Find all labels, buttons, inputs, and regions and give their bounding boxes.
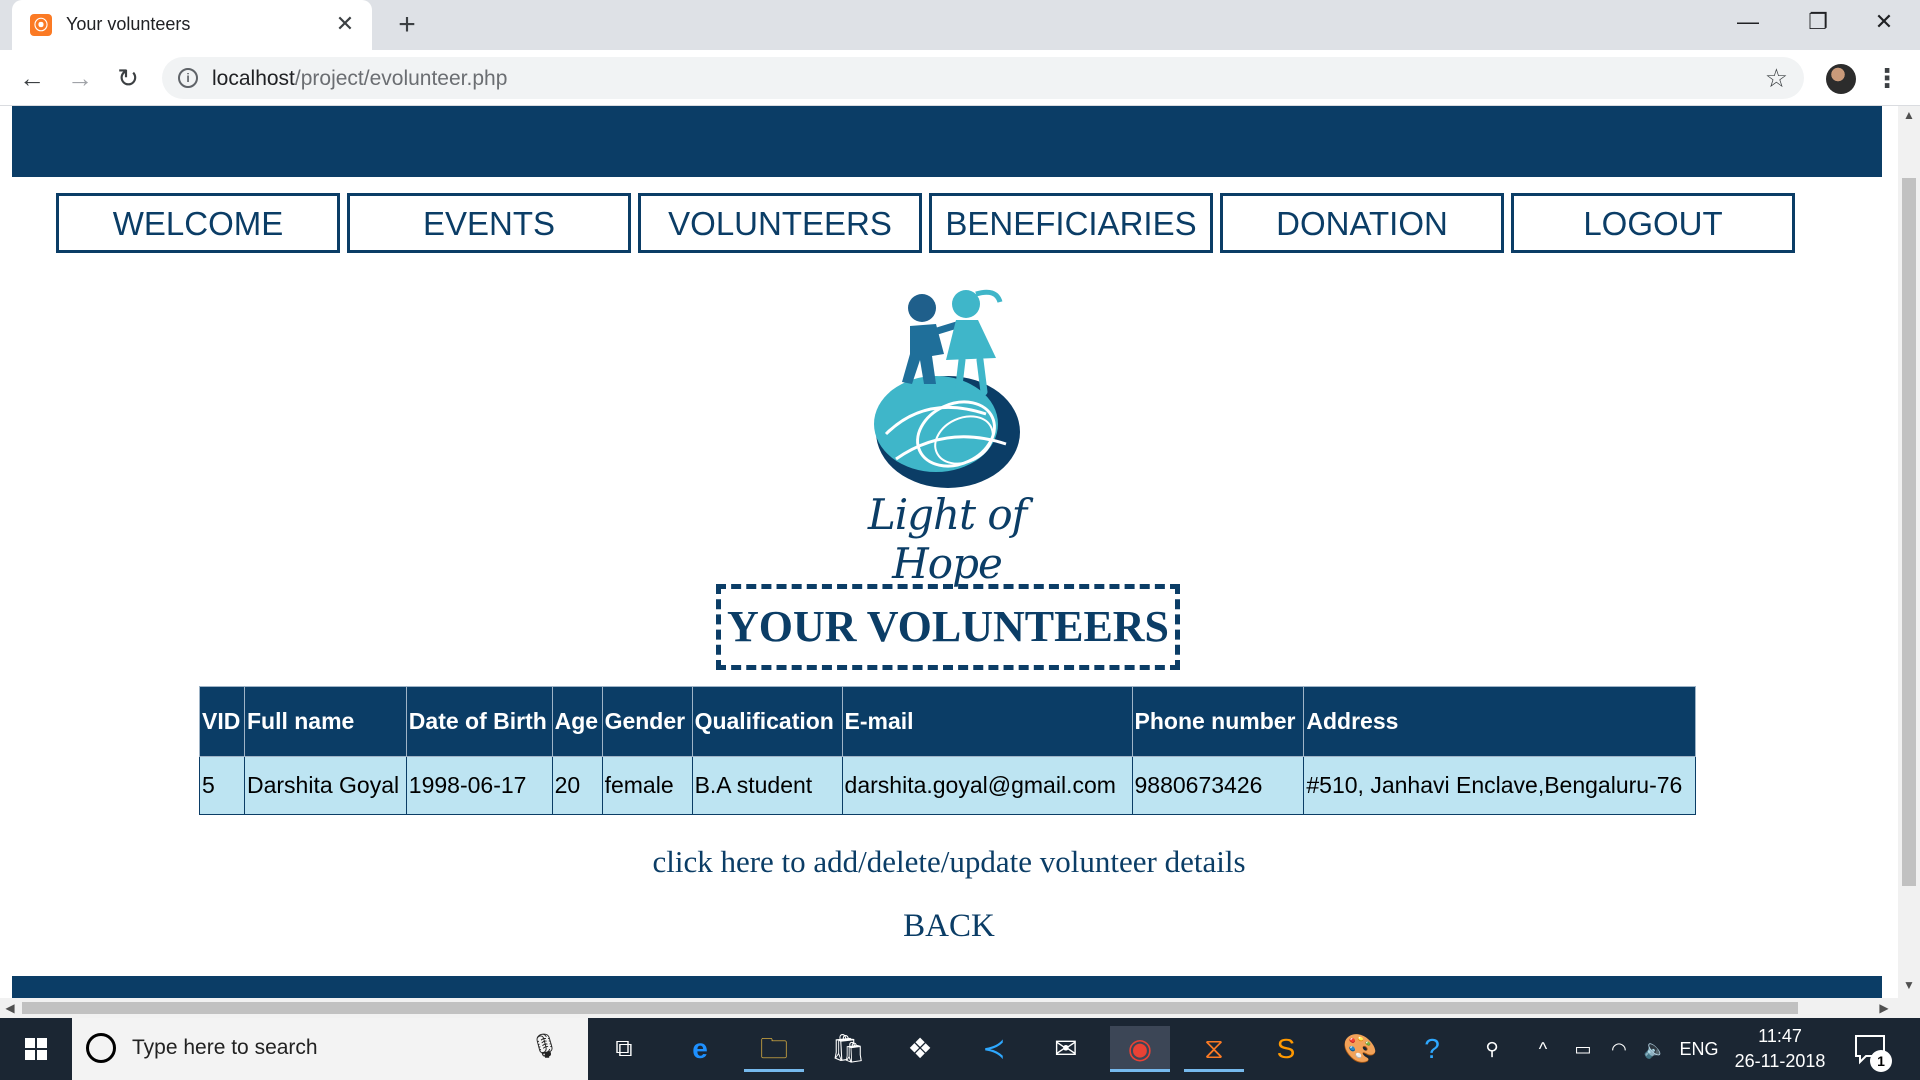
task-view-icon[interactable]: ⧉ [594,1026,654,1072]
cell-age: 20 [551,756,603,815]
address-bar[interactable]: i localhost/project/evolunteer.php ☆ [162,57,1804,99]
reload-icon[interactable]: ↻ [110,60,146,96]
chrome-icon[interactable]: ◉ [1110,1026,1170,1072]
people-icon[interactable]: ⚲ [1472,1018,1512,1080]
column-header-qualification: Qualification [691,686,843,757]
clock-time: 11:47 [1758,1026,1802,1046]
store-icon[interactable]: 🛍 [818,1026,878,1072]
url-text[interactable]: localhost/project/evolunteer.php [212,67,507,91]
cell-vid: 5 [199,756,245,815]
nav-volunteers[interactable]: VOLUNTEERS [638,193,922,253]
edit-volunteers-link[interactable]: click here to add/delete/update voluntee… [0,844,1898,880]
column-header-full-name: Full name [243,686,407,757]
visual-studio-code-icon[interactable]: ≺ [964,1026,1024,1072]
column-header-vid: VID [199,686,245,757]
browser-toolbar: ← → ↻ i localhost/project/evolunteer.php… [0,50,1920,106]
nav-logout[interactable]: LOGOUT [1511,193,1795,253]
url-path: /project/evolunteer.php [294,67,508,90]
bookmark-star-icon[interactable]: ☆ [1765,63,1788,94]
wifi-icon[interactable]: ◠ [1602,1018,1636,1080]
scroll-right-icon[interactable]: ▶ [1874,998,1894,1018]
windows-start-icon[interactable] [0,1018,72,1080]
column-header-gender: Gender [601,686,693,757]
cell-full-name: Darshita Goyal [243,756,407,815]
cell-qualification: B.A student [691,756,843,815]
logo-wordmark: Light of Hope [867,490,1027,588]
menu-kebab-icon[interactable]: ⋮ [1874,60,1900,96]
paint-icon[interactable]: 🎨 [1330,1026,1390,1072]
horizontal-scrollbar[interactable]: ◀ ▶ [0,998,1920,1018]
battery-icon[interactable]: ▭ [1566,1018,1600,1080]
taskbar-search-placeholder: Type here to search [132,1036,318,1059]
xampp-icon[interactable]: ⧖ [1184,1026,1244,1072]
sublime-text-icon[interactable]: S [1256,1026,1316,1072]
page-heading-box: YOUR VOLUNTEERS [716,584,1180,670]
table-header-row: VID Full name Date of Birth Age Gender Q… [199,686,1696,757]
notification-count-badge: 1 [1870,1050,1892,1072]
close-window-icon[interactable]: ✕ [1856,0,1912,44]
language-indicator[interactable]: ENG [1676,1018,1722,1080]
taskbar-clock[interactable]: 11:47 26-11-2018 [1720,1024,1840,1074]
browser-tabstrip: ⦿ Your volunteers ✕ + — ❐ ✕ [0,0,1920,50]
help-icon[interactable]: ? [1402,1026,1462,1072]
minimize-icon[interactable]: — [1720,0,1776,44]
back-arrow-icon[interactable]: ← [14,60,50,96]
taskbar-search-box[interactable]: Type here to search 🎙 [72,1018,588,1080]
vertical-scrollbar[interactable]: ▲ ▼ [1898,106,1920,998]
column-header-age: Age [551,686,603,757]
screen: ⦿ Your volunteers ✕ + — ❐ ✕ ← → ↻ i loca… [0,0,1920,1080]
table-row: 5 Darshita Goyal 1998-06-17 20 female B.… [199,756,1696,815]
mail-icon[interactable]: ✉ [1036,1026,1096,1072]
tray-chevron-up-icon[interactable]: ^ [1526,1018,1560,1080]
cell-email: darshita.goyal@gmail.com [841,756,1133,815]
cell-address: #510, Janhavi Enclave,Bengaluru-76 [1303,756,1696,815]
restore-icon[interactable]: ❐ [1790,0,1846,44]
file-explorer-icon[interactable]: 🗀 [744,1026,804,1072]
browser-tab[interactable]: ⦿ Your volunteers ✕ [12,0,372,50]
page-title: YOUR VOLUNTEERS [726,602,1170,651]
nav-welcome[interactable]: WELCOME [56,193,340,253]
horizontal-scroll-thumb[interactable] [22,1002,1798,1014]
info-icon[interactable]: i [178,68,198,88]
light-of-hope-logo: Light of Hope [836,284,1058,588]
cell-dob: 1998-06-17 [405,756,553,815]
clock-date: 26-11-2018 [1734,1051,1826,1071]
back-link[interactable]: BACK [0,908,1898,945]
column-header-email: E-mail [841,686,1133,757]
volunteers-table: VID Full name Date of Birth Age Gender Q… [199,686,1696,815]
main-nav: WELCOME EVENTS VOLUNTEERS BENEFICIARIES … [56,193,1796,253]
scroll-up-icon[interactable]: ▲ [1898,108,1920,122]
cell-gender: female [601,756,693,815]
scroll-left-icon[interactable]: ◀ [0,998,20,1018]
xampp-favicon-icon: ⦿ [30,14,52,36]
new-tab-icon[interactable]: + [390,8,424,42]
vertical-scroll-thumb[interactable] [1902,178,1916,886]
nav-events[interactable]: EVENTS [347,193,631,253]
cortana-icon [86,1033,116,1063]
column-header-address: Address [1303,686,1696,757]
tab-title: Your volunteers [66,14,191,34]
forward-arrow-icon[interactable]: → [62,60,98,96]
profile-avatar[interactable] [1826,64,1856,94]
cell-phone: 9880673426 [1131,756,1305,815]
nav-donation[interactable]: DONATION [1220,193,1504,253]
scroll-down-icon[interactable]: ▼ [1898,978,1920,992]
volume-icon[interactable]: 🔈 [1638,1018,1672,1080]
windows-taskbar: Type here to search 🎙 ⧉ e 🗀 🛍 ❖ ≺ ✉ ◉ ⧖ … [0,1018,1920,1080]
dropbox-icon[interactable]: ❖ [890,1026,950,1072]
column-header-dob: Date of Birth [405,686,553,757]
footer-band [12,976,1882,998]
header-band [12,106,1882,177]
edge-browser-icon[interactable]: e [670,1026,730,1072]
children-on-globe-logo-icon [874,289,1020,488]
microphone-icon[interactable]: 🎙 [530,1032,560,1061]
column-header-phone: Phone number [1131,686,1305,757]
tab-close-icon[interactable]: ✕ [332,11,358,37]
page-viewport: WELCOME EVENTS VOLUNTEERS BENEFICIARIES … [0,106,1898,998]
url-host: localhost [212,67,295,90]
nav-beneficiaries[interactable]: BENEFICIARIES [929,193,1213,253]
